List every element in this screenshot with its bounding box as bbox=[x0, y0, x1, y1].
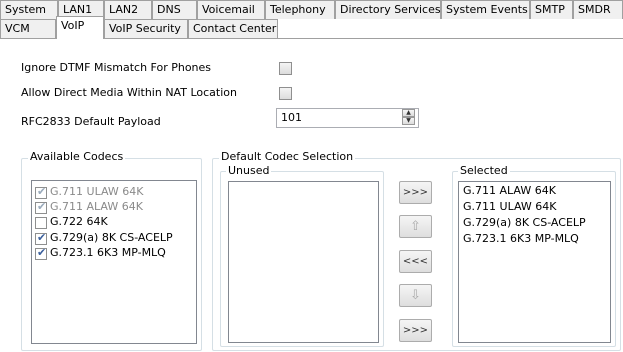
arrow-up-icon: ⇧ bbox=[410, 219, 421, 234]
tab-contact-center[interactable]: Contact Center bbox=[188, 19, 278, 38]
selected-codec-item[interactable]: G.723.1 6K3 MP-MLQ bbox=[463, 232, 579, 245]
codec-item-g729: G.729(a) 8K CS-ACELP bbox=[50, 231, 173, 244]
unused-codecs-list[interactable] bbox=[228, 181, 379, 343]
add-all-button[interactable]: >>> bbox=[399, 181, 432, 204]
available-codecs-title: Available Codecs bbox=[28, 150, 126, 163]
tab-system[interactable]: System bbox=[0, 0, 58, 19]
selected-label: Selected bbox=[458, 164, 510, 177]
codec-checkbox-alaw[interactable]: ✔ bbox=[35, 200, 47, 214]
tab-dns[interactable]: DNS bbox=[152, 0, 197, 19]
default-codec-selection-title: Default Codec Selection bbox=[219, 150, 356, 163]
arrow-down-icon: ⇩ bbox=[410, 288, 421, 303]
allow-direct-media-checkbox[interactable] bbox=[279, 87, 292, 100]
tab-telephony[interactable]: Telephony bbox=[265, 0, 335, 19]
tab-smtp[interactable]: SMTP bbox=[530, 0, 573, 19]
codec-checkbox-g7231[interactable]: ✔ bbox=[35, 246, 47, 260]
codec-checkbox-g722[interactable] bbox=[35, 217, 47, 229]
tab-system-events[interactable]: System Events bbox=[441, 0, 530, 19]
tab-lan2[interactable]: LAN2 bbox=[104, 0, 152, 19]
selected-codec-item[interactable]: G.729(a) 8K CS-ACELP bbox=[463, 216, 586, 229]
move-up-button[interactable]: ⇧ bbox=[399, 215, 432, 238]
spin-up-button[interactable]: ▲ bbox=[402, 109, 415, 117]
codec-item-g722: G.722 64K bbox=[50, 215, 108, 228]
selected-codec-item[interactable]: G.711 ULAW 64K bbox=[463, 200, 556, 213]
rfc2833-label: RFC2833 Default Payload bbox=[21, 115, 161, 128]
tab-directory-services[interactable]: Directory Services bbox=[335, 0, 441, 19]
ignore-dtmf-label: Ignore DTMF Mismatch For Phones bbox=[21, 61, 212, 74]
tab-voip[interactable]: VoIP bbox=[56, 16, 104, 39]
ignore-dtmf-checkbox[interactable] bbox=[279, 62, 292, 75]
add-all-button-2[interactable]: >>> bbox=[399, 319, 432, 342]
codec-checkbox-ulaw[interactable]: ✔ bbox=[35, 185, 47, 199]
codec-item-alaw: G.711 ALAW 64K bbox=[50, 200, 143, 213]
codec-item-g7231: G.723.1 6K3 MP-MLQ bbox=[50, 246, 166, 259]
tab-vcm[interactable]: VCM bbox=[0, 19, 56, 38]
tab-voip-security[interactable]: VoIP Security bbox=[104, 19, 188, 38]
codec-item-ulaw: G.711 ULAW 64K bbox=[50, 185, 144, 198]
codec-checkbox-g729[interactable]: ✔ bbox=[35, 231, 47, 245]
rfc2833-payload-value: 101 bbox=[281, 111, 302, 124]
tab-voicemail[interactable]: Voicemail bbox=[197, 0, 265, 19]
remove-all-button[interactable]: <<< bbox=[399, 250, 432, 273]
move-down-button[interactable]: ⇩ bbox=[399, 284, 432, 307]
tab-smdr[interactable]: SMDR bbox=[573, 0, 623, 19]
rfc2833-payload-input[interactable]: 101 bbox=[276, 108, 419, 128]
spin-down-button[interactable]: ▼ bbox=[402, 117, 415, 125]
unused-label: Unused bbox=[226, 164, 272, 177]
selected-codec-item[interactable]: G.711 ALAW 64K bbox=[463, 184, 556, 197]
allow-direct-media-label: Allow Direct Media Within NAT Location bbox=[21, 86, 237, 99]
